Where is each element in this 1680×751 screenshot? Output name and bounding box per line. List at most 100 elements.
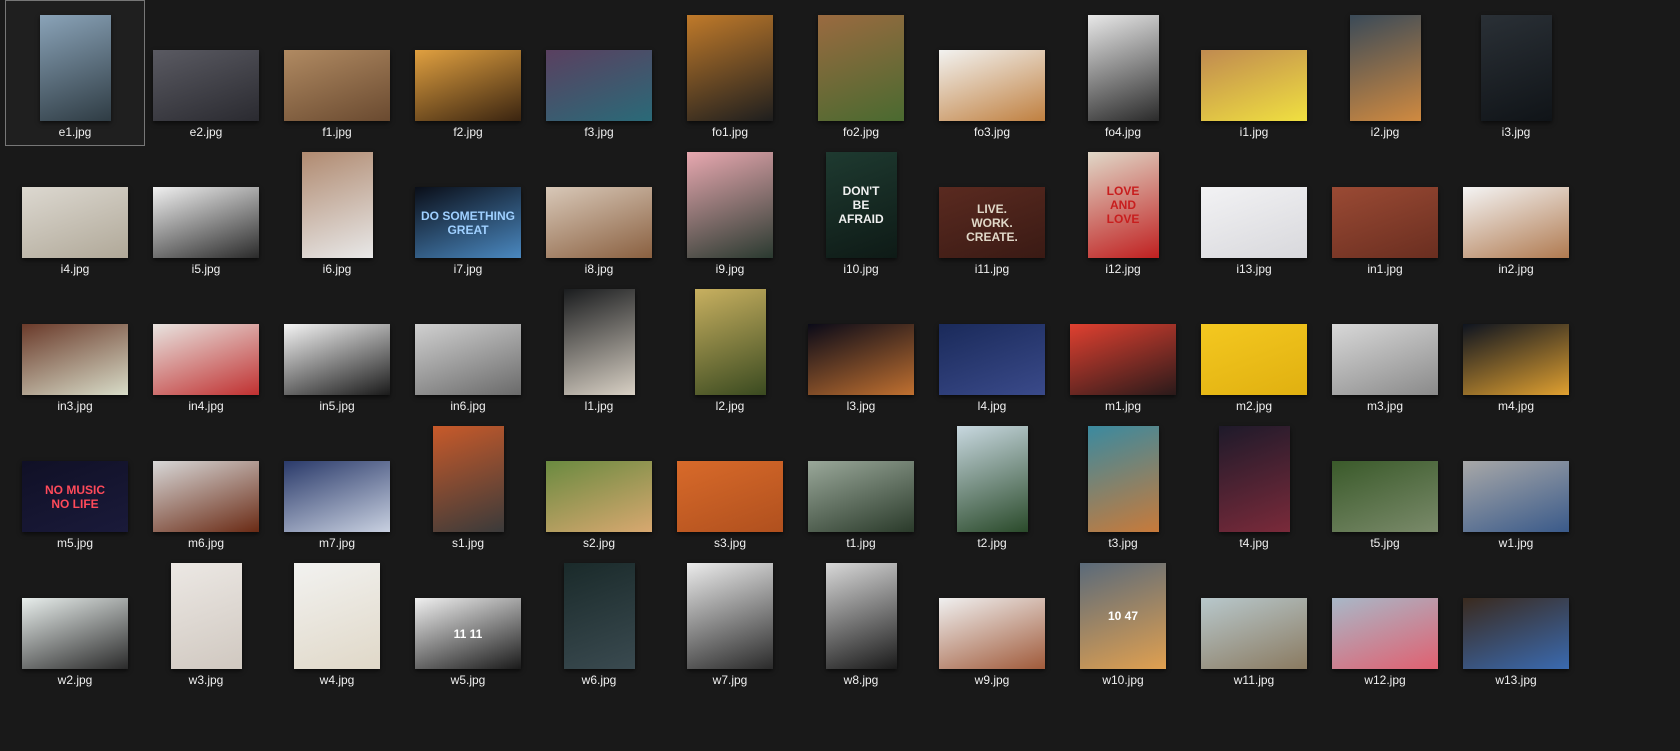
file-item[interactable]: m1.jpg <box>1053 274 1193 420</box>
file-thumbnail[interactable] <box>170 563 242 669</box>
file-item[interactable]: w12.jpg <box>1315 548 1455 694</box>
file-item[interactable]: i1.jpg <box>1184 0 1324 146</box>
file-item[interactable]: in1.jpg <box>1315 137 1455 283</box>
file-thumbnail[interactable] <box>808 324 914 395</box>
file-item[interactable]: t1.jpg <box>791 411 931 557</box>
file-thumbnail[interactable] <box>1463 324 1569 395</box>
file-thumbnail[interactable] <box>1087 15 1159 121</box>
file-thumbnail[interactable] <box>677 461 783 532</box>
file-item[interactable]: m6.jpg <box>136 411 276 557</box>
file-item[interactable]: 11 11 w5.jpg <box>398 548 538 694</box>
file-item[interactable]: w2.jpg <box>5 548 145 694</box>
file-thumbnail[interactable]: LOVE AND LOVE <box>1087 152 1159 258</box>
file-thumbnail[interactable] <box>1201 187 1307 258</box>
file-item[interactable]: w13.jpg <box>1446 548 1586 694</box>
file-item[interactable]: i2.jpg <box>1315 0 1455 146</box>
file-item[interactable]: w8.jpg <box>791 548 931 694</box>
file-thumbnail[interactable] <box>1087 426 1159 532</box>
file-thumbnail[interactable] <box>153 324 259 395</box>
file-thumbnail[interactable] <box>1201 598 1307 669</box>
file-item[interactable]: w11.jpg <box>1184 548 1324 694</box>
file-item[interactable]: in4.jpg <box>136 274 276 420</box>
file-item[interactable]: in5.jpg <box>267 274 407 420</box>
file-thumbnail[interactable]: DO SOMETHING GREAT <box>415 187 521 258</box>
file-item[interactable]: m3.jpg <box>1315 274 1455 420</box>
file-thumbnail[interactable] <box>1201 50 1307 121</box>
file-item[interactable]: l1.jpg <box>529 274 669 420</box>
file-thumbnail[interactable] <box>694 289 766 395</box>
file-item[interactable]: m4.jpg <box>1446 274 1586 420</box>
file-thumbnail[interactable] <box>546 187 652 258</box>
file-thumbnail[interactable] <box>415 324 521 395</box>
file-item[interactable]: w6.jpg <box>529 548 669 694</box>
file-thumbnail[interactable] <box>1349 15 1421 121</box>
file-thumbnail[interactable] <box>153 461 259 532</box>
file-item[interactable]: m2.jpg <box>1184 274 1324 420</box>
file-thumbnail[interactable] <box>432 426 504 532</box>
file-thumbnail[interactable] <box>939 598 1045 669</box>
file-item[interactable]: 10 47 w10.jpg <box>1053 548 1193 694</box>
file-thumbnail[interactable] <box>546 50 652 121</box>
file-item[interactable]: fo2.jpg <box>791 0 931 146</box>
file-item[interactable]: in2.jpg <box>1446 137 1586 283</box>
file-item[interactable]: fo3.jpg <box>922 0 1062 146</box>
file-item[interactable]: t2.jpg <box>922 411 1062 557</box>
file-thumbnail[interactable] <box>22 187 128 258</box>
file-item[interactable]: f1.jpg <box>267 0 407 146</box>
file-item[interactable]: e2.jpg <box>136 0 276 146</box>
file-item[interactable]: t5.jpg <box>1315 411 1455 557</box>
file-item[interactable]: LIVE. WORK. CREATE. i11.jpg <box>922 137 1062 283</box>
file-thumbnail[interactable] <box>939 324 1045 395</box>
file-thumbnail[interactable] <box>301 152 373 258</box>
file-item[interactable]: f2.jpg <box>398 0 538 146</box>
file-item[interactable]: i6.jpg <box>267 137 407 283</box>
file-thumbnail[interactable] <box>1332 461 1438 532</box>
file-thumbnail[interactable] <box>1463 187 1569 258</box>
file-thumbnail[interactable] <box>825 563 897 669</box>
file-thumbnail[interactable] <box>808 461 914 532</box>
file-item[interactable]: s1.jpg <box>398 411 538 557</box>
file-item[interactable]: s3.jpg <box>660 411 800 557</box>
file-item[interactable]: i13.jpg <box>1184 137 1324 283</box>
file-thumbnail[interactable] <box>563 563 635 669</box>
file-thumbnail[interactable] <box>39 15 111 121</box>
file-item[interactable]: DO SOMETHING GREAT i7.jpg <box>398 137 538 283</box>
file-item[interactable]: t3.jpg <box>1053 411 1193 557</box>
file-item[interactable]: LOVE AND LOVE i12.jpg <box>1053 137 1193 283</box>
file-thumbnail[interactable] <box>1332 187 1438 258</box>
file-item[interactable]: w7.jpg <box>660 548 800 694</box>
file-thumbnail[interactable] <box>687 563 773 669</box>
file-thumbnail[interactable] <box>818 15 904 121</box>
file-thumbnail[interactable] <box>687 152 773 258</box>
file-thumbnail[interactable] <box>1070 324 1176 395</box>
file-thumbnail[interactable] <box>563 289 635 395</box>
file-item[interactable]: i5.jpg <box>136 137 276 283</box>
file-thumbnail[interactable] <box>153 50 259 121</box>
file-thumbnail[interactable] <box>1332 598 1438 669</box>
file-item[interactable]: NO MUSIC NO LIFE m5.jpg <box>5 411 145 557</box>
file-thumbnail[interactable]: NO MUSIC NO LIFE <box>22 461 128 532</box>
file-thumbnail[interactable] <box>1463 598 1569 669</box>
file-thumbnail[interactable] <box>687 15 773 121</box>
file-thumbnail[interactable]: DON'T BE AFRAID <box>825 152 897 258</box>
file-item[interactable]: w3.jpg <box>136 548 276 694</box>
file-item[interactable]: i8.jpg <box>529 137 669 283</box>
file-thumbnail[interactable] <box>22 324 128 395</box>
file-thumbnail[interactable] <box>284 324 390 395</box>
file-thumbnail[interactable] <box>956 426 1028 532</box>
file-item[interactable]: i9.jpg <box>660 137 800 283</box>
file-item[interactable]: DON'T BE AFRAID i10.jpg <box>791 137 931 283</box>
file-thumbnail[interactable] <box>284 461 390 532</box>
file-thumbnail[interactable] <box>22 598 128 669</box>
file-item[interactable]: i3.jpg <box>1446 0 1586 146</box>
file-item[interactable]: w9.jpg <box>922 548 1062 694</box>
file-thumbnail[interactable] <box>939 50 1045 121</box>
file-thumbnail[interactable] <box>153 187 259 258</box>
file-item[interactable]: in6.jpg <box>398 274 538 420</box>
file-thumbnail[interactable] <box>1201 324 1307 395</box>
file-item[interactable]: in3.jpg <box>5 274 145 420</box>
file-item[interactable]: i4.jpg <box>5 137 145 283</box>
file-item[interactable]: w4.jpg <box>267 548 407 694</box>
file-thumbnail[interactable] <box>1480 15 1552 121</box>
file-thumbnail[interactable]: 11 11 <box>415 598 521 669</box>
